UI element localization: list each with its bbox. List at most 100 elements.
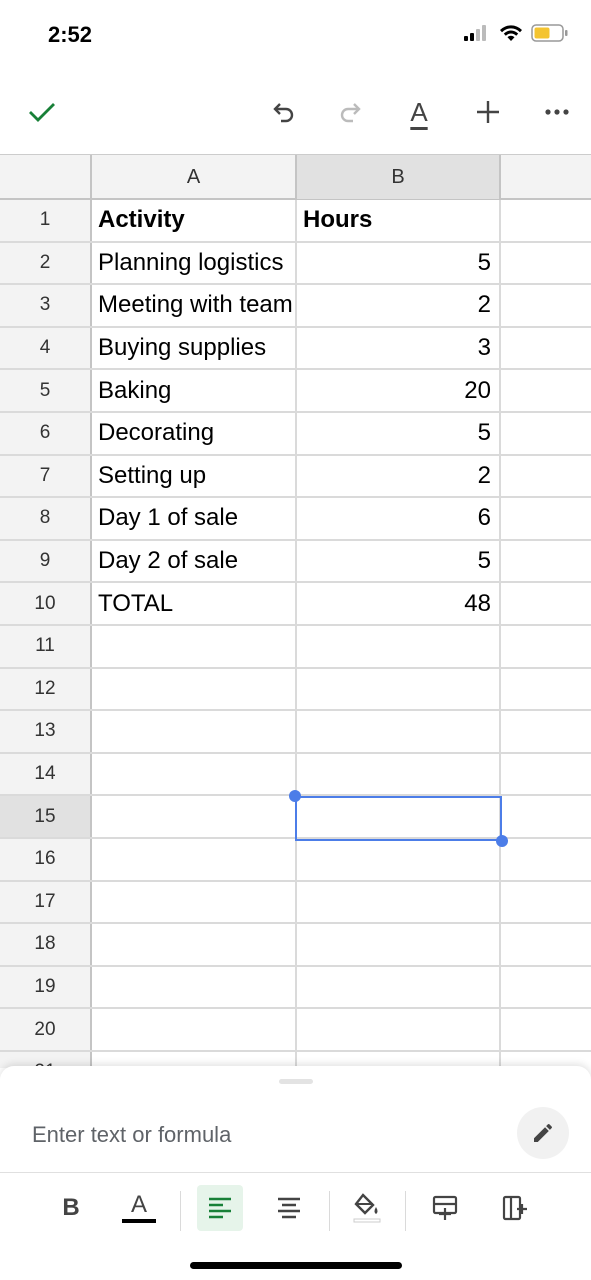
home-indicator[interactable] [190, 1262, 402, 1269]
cell-b[interactable]: Hours [297, 200, 501, 241]
cell-b[interactable] [297, 711, 501, 752]
cell-b[interactable] [297, 796, 501, 837]
cell-b[interactable] [297, 1009, 501, 1050]
row-header[interactable]: 20 [0, 1009, 92, 1050]
cell-c[interactable] [501, 370, 591, 411]
row-header[interactable]: 16 [0, 839, 92, 880]
cell-b[interactable]: 2 [297, 455, 501, 497]
row-header[interactable]: 9 [0, 540, 92, 582]
fill-color-button[interactable] [344, 1185, 390, 1231]
column-header-a[interactable]: A [92, 155, 297, 199]
cell-a[interactable]: Day 1 of sale [92, 498, 297, 539]
cell-a[interactable] [92, 711, 297, 752]
cell-a[interactable]: Activity [92, 200, 297, 241]
cell-b[interactable]: 2 [297, 285, 501, 326]
cell-b[interactable] [297, 881, 501, 923]
cell-c[interactable] [501, 498, 591, 539]
cell-c[interactable] [501, 924, 591, 965]
cell-b[interactable] [297, 626, 501, 667]
cell-c[interactable] [501, 285, 591, 326]
row-header[interactable]: 11 [0, 626, 92, 667]
cell-b[interactable]: 5 [297, 242, 501, 284]
cell-a[interactable] [92, 1009, 297, 1050]
cell-c[interactable] [501, 456, 591, 497]
row-header[interactable]: 15 [0, 796, 92, 837]
cell-a[interactable] [92, 753, 297, 795]
cell-c[interactable] [501, 583, 591, 624]
cell-c[interactable] [501, 541, 591, 582]
redo-button[interactable] [328, 90, 372, 134]
cell-a[interactable] [92, 668, 297, 710]
selection-handle-end[interactable] [496, 835, 508, 847]
cell-b[interactable]: 5 [297, 540, 501, 582]
column-header-b[interactable]: B [297, 155, 501, 199]
edit-button[interactable] [517, 1107, 569, 1159]
more-options-button[interactable] [535, 90, 579, 134]
cell-a[interactable] [92, 924, 297, 965]
insert-column-button[interactable] [492, 1185, 538, 1231]
row-header[interactable]: 17 [0, 881, 92, 923]
cell-b[interactable]: 3 [297, 327, 501, 369]
row-header[interactable]: 18 [0, 924, 92, 965]
cell-a[interactable] [92, 796, 297, 837]
undo-button[interactable] [262, 90, 306, 134]
cell-a[interactable]: Baking [92, 370, 297, 411]
row-header[interactable]: 10 [0, 583, 92, 624]
cell-c[interactable] [501, 711, 591, 752]
cell-c[interactable] [501, 754, 591, 795]
cell-c[interactable] [501, 882, 591, 923]
row-header[interactable]: 6 [0, 413, 92, 454]
cell-c[interactable] [501, 328, 591, 369]
cell-a[interactable]: Buying supplies [92, 327, 297, 369]
row-header[interactable]: 1 [0, 200, 92, 241]
cell-b[interactable] [297, 668, 501, 710]
row-header[interactable]: 19 [0, 966, 92, 1008]
row-header[interactable]: 8 [0, 498, 92, 539]
cell-a[interactable] [92, 626, 297, 667]
formula-input[interactable] [30, 1116, 494, 1154]
cell-a[interactable] [92, 839, 297, 880]
cell-c[interactable] [501, 200, 591, 241]
insert-row-button[interactable] [422, 1185, 468, 1231]
text-format-button[interactable]: A [397, 90, 441, 134]
row-header[interactable]: 7 [0, 455, 92, 497]
text-color-button[interactable]: A [116, 1185, 162, 1231]
cell-a[interactable]: TOTAL [92, 583, 297, 624]
cell-b[interactable]: 6 [297, 498, 501, 539]
selection-handle-start[interactable] [289, 790, 301, 802]
row-header[interactable]: 14 [0, 753, 92, 795]
select-all-corner[interactable] [0, 155, 92, 199]
cell-a[interactable]: Planning logistics [92, 242, 297, 284]
align-center-button[interactable] [266, 1185, 312, 1231]
row-header[interactable]: 2 [0, 242, 92, 284]
bold-button[interactable]: B [48, 1185, 94, 1231]
row-header[interactable]: 12 [0, 668, 92, 710]
cell-a[interactable]: Setting up [92, 455, 297, 497]
cell-b[interactable]: 48 [297, 583, 501, 624]
cell-b[interactable]: 5 [297, 413, 501, 454]
cell-c[interactable] [501, 243, 591, 284]
cell-c[interactable] [501, 1009, 591, 1050]
column-header-c[interactable] [501, 155, 591, 199]
cell-c[interactable] [501, 967, 591, 1008]
cell-b[interactable] [297, 753, 501, 795]
align-left-button[interactable] [197, 1185, 243, 1231]
cell-a[interactable]: Meeting with team [92, 285, 297, 326]
cell-b[interactable]: 20 [297, 370, 501, 411]
cell-b[interactable] [297, 839, 501, 880]
cell-c[interactable] [501, 669, 591, 710]
cell-c[interactable] [501, 413, 591, 454]
cell-a[interactable]: Day 2 of sale [92, 540, 297, 582]
cell-b[interactable] [297, 966, 501, 1008]
row-header[interactable]: 4 [0, 327, 92, 369]
row-header[interactable]: 3 [0, 285, 92, 326]
row-header[interactable]: 5 [0, 370, 92, 411]
cell-c[interactable] [501, 796, 591, 837]
cell-c[interactable] [501, 626, 591, 667]
cell-a[interactable] [92, 966, 297, 1008]
panel-grabber[interactable] [279, 1079, 313, 1084]
cell-c[interactable] [501, 839, 591, 880]
cell-a[interactable]: Decorating [92, 413, 297, 454]
insert-button[interactable] [466, 90, 510, 134]
cell-b[interactable] [297, 924, 501, 965]
